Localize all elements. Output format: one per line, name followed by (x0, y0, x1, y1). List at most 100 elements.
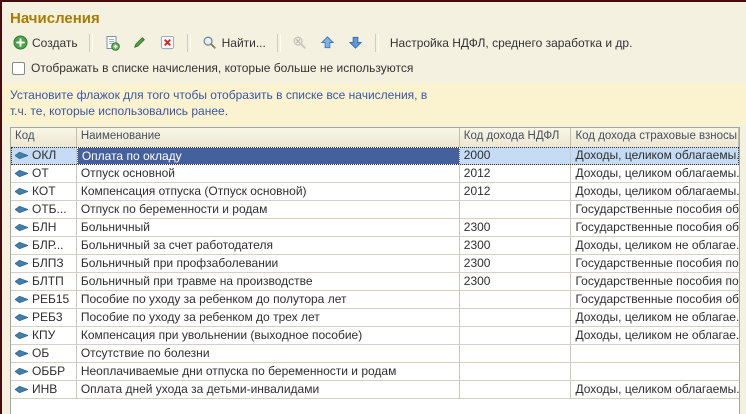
move-up-button[interactable] (316, 33, 340, 53)
cell-ndfl-code[interactable] (460, 201, 572, 219)
cell-insurance-code-text: Доходы, целиком не облагае... (575, 327, 739, 344)
move-down-button[interactable] (344, 33, 368, 53)
table-row[interactable]: КОТКомпенсация отпуска (Отпуск основной)… (11, 183, 739, 201)
show-unused-checkbox-label[interactable]: Отображать в списке начисления, которые … (31, 61, 413, 75)
cell-code[interactable]: БЛН (11, 219, 77, 237)
cell-code[interactable]: ОТ (11, 165, 77, 183)
table-row[interactable]: БЛР...Больничный за счет работодателя 230… (11, 237, 739, 255)
cell-ndfl-code[interactable]: 2012 (460, 183, 572, 201)
cell-name-text: Больничный за счет работодателя (81, 237, 273, 254)
find-button[interactable]: Найти... (198, 33, 270, 53)
cell-ndfl-code[interactable] (460, 327, 572, 345)
cell-code[interactable]: ОКЛ (11, 147, 77, 165)
cell-insurance-code[interactable] (571, 363, 739, 381)
cell-insurance-code[interactable]: Доходы, целиком облагаемы... (571, 147, 739, 165)
cell-name[interactable]: Компенсация при увольнении (выходное пос… (77, 327, 460, 345)
cell-name[interactable]: Отсутствие по болезни (77, 345, 460, 363)
cell-insurance-code[interactable]: Государственные пособия по... (571, 273, 739, 291)
cell-insurance-code[interactable]: Государственные пособия об... (571, 219, 739, 237)
cell-code-text: РЕБ3 (32, 309, 63, 326)
ndfl-settings-button[interactable]: Настройка НДФЛ, среднего заработка и др. (386, 34, 637, 52)
cell-insurance-code[interactable]: Доходы, целиком не облагае... (571, 327, 739, 345)
cell-ndfl-code[interactable]: 2012 (460, 165, 572, 183)
cell-insurance-code[interactable] (571, 345, 739, 363)
column-header-code[interactable]: Код (11, 128, 77, 147)
cell-ndfl-code[interactable]: 2300 (460, 237, 572, 255)
cell-ndfl-code[interactable] (460, 345, 572, 363)
cell-name[interactable]: Пособие по уходу за ребенком до трех лет (77, 309, 460, 327)
table-row[interactable]: ИНВОплата дней ухода за детьми-инвалидам… (11, 381, 739, 399)
create-button[interactable]: Создать (8, 33, 82, 53)
cell-name[interactable]: Отпуск по беременности и родам (77, 201, 460, 219)
delete-button[interactable] (156, 33, 180, 53)
cell-code[interactable]: ОББР (11, 363, 77, 381)
cell-code[interactable]: КОТ (11, 183, 77, 201)
cell-name[interactable]: Пособие по уходу за ребенком до полутора… (77, 291, 460, 309)
table-row[interactable]: КПУКомпенсация при увольнении (выходное … (11, 327, 739, 345)
cell-name[interactable]: Больничный за счет работодателя (77, 237, 460, 255)
column-header-name[interactable]: Наименование (77, 128, 460, 147)
table-row[interactable]: БЛТП Больничный при травме на производств… (11, 273, 739, 291)
hint-panel: Установите флажок для того чтобы отобраз… (2, 83, 746, 125)
cell-ndfl-code[interactable]: 2300 (460, 273, 572, 291)
cell-insurance-code[interactable]: Доходы, целиком облагаемы... (571, 165, 739, 183)
cell-ndfl-code[interactable]: 2300 (460, 219, 572, 237)
cell-insurance-code[interactable]: Доходы, целиком облагаемы... (571, 183, 739, 201)
table-row[interactable]: БЛПЗБольничный при профзаболевании2300Го… (11, 255, 739, 273)
edit-icon (132, 35, 148, 51)
cell-ndfl-code[interactable] (460, 309, 572, 327)
cell-ndfl-code[interactable] (460, 363, 572, 381)
cell-name[interactable]: Больничный при травме на производстве (77, 273, 460, 291)
toolbar: Создать Найти... (2, 29, 746, 56)
copy-button[interactable] (100, 33, 124, 53)
table-row[interactable]: РЕБ3 Пособие по уходу за ребенком до трех… (11, 309, 739, 327)
cell-ndfl-code[interactable]: 2000 (460, 147, 572, 165)
table-row[interactable]: ОБОтсутствие по болезни (11, 345, 739, 363)
cell-insurance-code[interactable]: Государственные пособия об... (571, 291, 739, 309)
table-row[interactable]: РЕБ15Пособие по уходу за ребенком до пол… (11, 291, 739, 309)
cell-code[interactable]: КПУ (11, 327, 77, 345)
cell-name-text: Пособие по уходу за ребенком до трех лет (81, 309, 320, 326)
cell-insurance-code[interactable]: Государственные пособия по... (571, 255, 739, 273)
cell-insurance-code[interactable]: Доходы, целиком не облагае... (571, 309, 739, 327)
cell-code[interactable]: РЕБ15 (11, 291, 77, 309)
cell-name[interactable]: Больничный (77, 219, 460, 237)
cell-name[interactable]: Оплата по окладу (77, 147, 460, 165)
cell-code[interactable]: ИНВ (11, 381, 77, 399)
edit-button[interactable] (128, 33, 152, 53)
cell-code-text: БЛТП (32, 273, 64, 290)
cell-insurance-code[interactable]: Доходы, целиком облагаемы... (571, 381, 739, 399)
cell-name[interactable]: Оплата дней ухода за детьми-инвалидами (77, 381, 460, 399)
create-button-label: Создать (32, 36, 78, 50)
cell-code-text: БЛН (32, 219, 56, 236)
show-unused-checkbox[interactable] (12, 62, 25, 75)
cell-name[interactable]: Больничный при профзаболевании (77, 255, 460, 273)
table-row[interactable]: ОББРНеоплачиваемые дни отпуска по береме… (11, 363, 739, 381)
column-header-ndfl-code[interactable]: Код дохода НДФЛ (460, 128, 572, 147)
item-icon (15, 385, 28, 394)
cell-name[interactable]: Компенсация отпуска (Отпуск основной) (77, 183, 460, 201)
cell-ndfl-code[interactable] (460, 381, 572, 399)
cell-name-text: Больничный (81, 219, 150, 236)
table-row[interactable]: БЛН Больничный 2300Государственные пособия… (11, 219, 739, 237)
clear-find-button[interactable] (288, 33, 312, 53)
cell-name[interactable]: Отпуск основной (77, 165, 460, 183)
cell-code[interactable]: БЛТП (11, 273, 77, 291)
item-icon (15, 169, 28, 178)
cell-ndfl-code[interactable] (460, 291, 572, 309)
cell-code[interactable]: БЛПЗ (11, 255, 77, 273)
copy-icon (104, 35, 120, 51)
cell-insurance-code[interactable]: Доходы, целиком не облагае... (571, 237, 739, 255)
cell-ndfl-code[interactable]: 2300 (460, 255, 572, 273)
cell-name-text: Компенсация при увольнении (выходное пос… (81, 327, 362, 344)
cell-code[interactable]: БЛР... (11, 237, 77, 255)
cell-code[interactable]: РЕБ3 (11, 309, 77, 327)
cell-name[interactable]: Неоплачиваемые дни отпуска по беременнос… (77, 363, 460, 381)
cell-insurance-code[interactable]: Государственные пособия об... (571, 201, 739, 219)
cell-code[interactable]: ОТБ... (11, 201, 77, 219)
table-row[interactable]: ОКЛОплата по окладу2000Доходы, целиком о… (11, 147, 739, 165)
table-row[interactable]: ОТБ...Отпуск по беременности и родам Госу… (11, 201, 739, 219)
table-row[interactable]: ОТОтпуск основной2012Доходы, целиком обл… (11, 165, 739, 183)
cell-code[interactable]: ОБ (11, 345, 77, 363)
column-header-insurance-code[interactable]: Код дохода страховые взносы (571, 128, 739, 147)
